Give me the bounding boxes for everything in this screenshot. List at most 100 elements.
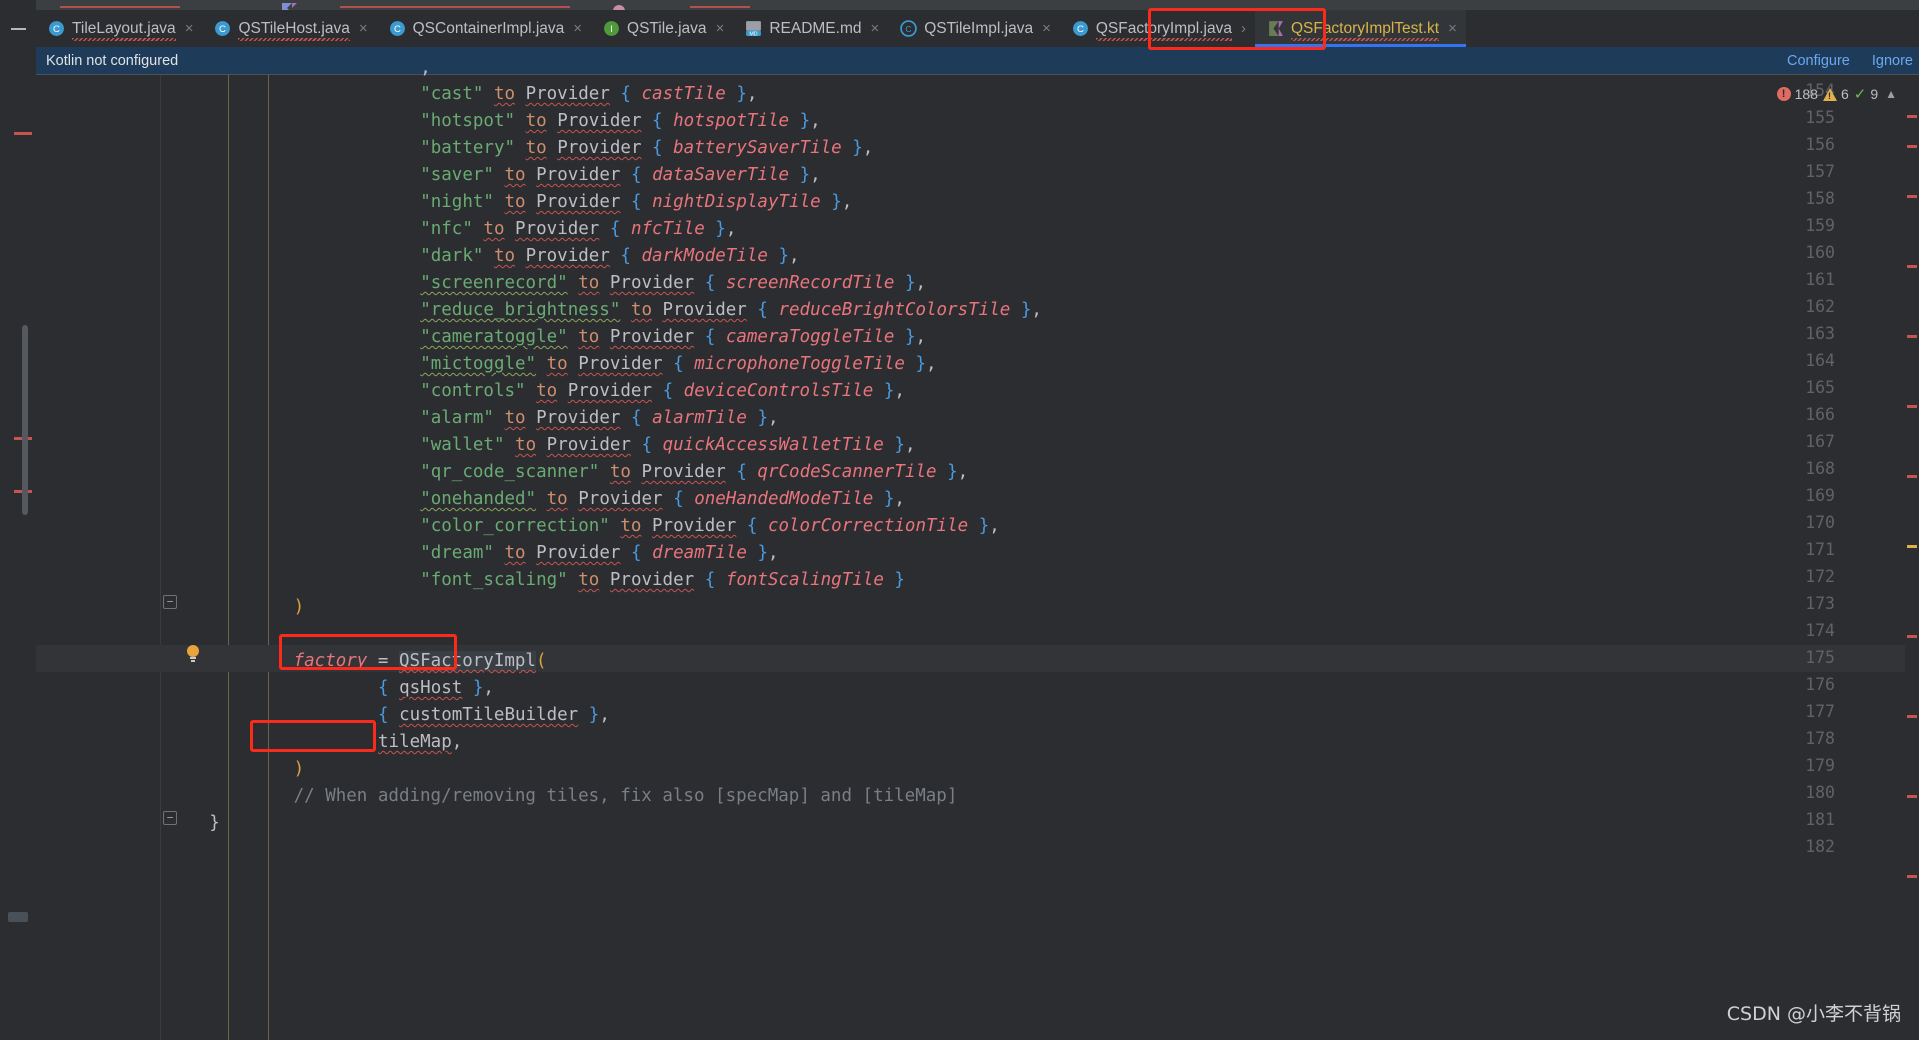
notification-message: Kotlin not configured <box>46 52 179 69</box>
code-line-166[interactable]: "alarm" to Provider { alarmTile }, <box>420 405 778 432</box>
line-number: 171 <box>1805 540 1835 559</box>
other-count-item[interactable]: ✓ 9 <box>1854 85 1878 103</box>
fold-collapse-icon[interactable]: − <box>163 595 177 609</box>
tab-close-icon[interactable]: › <box>1241 20 1246 37</box>
code-line-154[interactable]: "cast" to Provider { castTile }, <box>420 81 757 108</box>
tab-close-icon[interactable]: × <box>573 20 582 37</box>
tab-close-icon[interactable]: × <box>716 20 725 37</box>
error-stripe-marker[interactable] <box>1907 875 1917 878</box>
error-stripe-marker[interactable] <box>1907 145 1917 148</box>
editor-tab-qsfactoryimpltest-kt[interactable]: QSFactoryImplTest.kt × <box>1254 10 1466 47</box>
editor-tab-qstileimpl-java[interactable]: C QSTileImpl.java × <box>888 10 1060 47</box>
editor-tab-qstile-java[interactable]: I QSTile.java × <box>591 10 733 47</box>
code-line-167[interactable]: "wallet" to Provider { quickAccessWallet… <box>420 432 915 459</box>
error-stripe-marker[interactable] <box>1907 265 1917 268</box>
error-stripe-marker[interactable] <box>1907 195 1917 198</box>
code-line-179[interactable]: ) <box>294 756 305 783</box>
tab-label: QSContainerImpl.java <box>412 19 565 37</box>
code-line-173[interactable]: ) <box>294 594 305 621</box>
code-line-170[interactable]: "color_correction" to Provider { colorCo… <box>420 513 1000 540</box>
code-line-168[interactable]: "qr_code_scanner" to Provider { qrCodeSc… <box>420 459 968 486</box>
inspection-widget[interactable]: ! 188 6 ✓ 9 ▲ <box>1776 85 1897 103</box>
tab-close-icon[interactable]: × <box>359 20 368 37</box>
svg-text:MD: MD <box>750 31 758 37</box>
code-line-160[interactable]: "dark" to Provider { darkModeTile }, <box>420 243 799 270</box>
java-class-icon: C <box>1072 20 1089 37</box>
code-line-165[interactable]: "controls" to Provider { deviceControlsT… <box>420 378 905 405</box>
code-line-171[interactable]: "dream" to Provider { dreamTile }, <box>420 540 778 567</box>
code-line-159[interactable]: "nfc" to Provider { nfcTile }, <box>420 216 736 243</box>
error-stripe-marker-strip[interactable] <box>1905 75 1919 1040</box>
error-stripe-marker[interactable] <box>1907 545 1917 548</box>
notification-actions: Configure Ignore <box>1787 53 1919 69</box>
ignore-link[interactable]: Ignore <box>1872 53 1913 69</box>
svg-text:C: C <box>1077 24 1084 35</box>
code-line-178[interactable]: tileMap, <box>378 729 462 756</box>
breadcrumb-error-underline <box>60 2 180 8</box>
code-line-177[interactable]: { customTileBuilder }, <box>378 702 610 729</box>
line-number: 162 <box>1805 297 1835 316</box>
code-line-161[interactable]: "screenrecord" to Provider { screenRecor… <box>420 270 926 297</box>
code-line-169[interactable]: "onehanded" to Provider { oneHandedModeT… <box>420 486 905 513</box>
kotlin-not-configured-bar: Kotlin not configured Configure Ignore <box>36 47 1919 75</box>
editor-tab-qsfactoryimpl-java[interactable]: C QSFactoryImpl.java › <box>1060 10 1255 47</box>
line-number: 179 <box>1805 756 1835 775</box>
code-line-partial-top: , <box>420 58 431 78</box>
error-stripe-marker[interactable] <box>1907 795 1917 798</box>
code-line-155[interactable]: "hotspot" to Provider { hotspotTile }, <box>420 108 820 135</box>
line-number: 174 <box>1805 621 1835 640</box>
indent-guide <box>268 75 269 1040</box>
ide-window: C TileLayout.java × C QSTileHost.java × C QSCon… <box>0 0 1919 1040</box>
indent-guide <box>228 75 229 1040</box>
line-number: 164 <box>1805 351 1835 370</box>
breadcrumb-error-underline-3 <box>690 2 750 8</box>
tab-label: QSTileHost.java <box>238 19 351 41</box>
editor-scroll-thumb[interactable] <box>22 325 28 515</box>
status-widget[interactable] <box>8 912 28 922</box>
other-count-label: 9 <box>1870 86 1879 102</box>
java-class-icon: C <box>389 20 406 37</box>
code-line-175[interactable]: factory = QSFactoryImpl( <box>294 648 547 675</box>
tab-close-icon[interactable]: × <box>185 20 194 37</box>
line-number: 175 <box>1805 648 1835 667</box>
code-line-163[interactable]: "cameratoggle" to Provider { cameraToggl… <box>420 324 926 351</box>
line-number: 166 <box>1805 405 1835 424</box>
intention-bulb-icon[interactable] <box>184 643 202 663</box>
tab-close-icon[interactable]: × <box>1042 20 1051 37</box>
line-number: 159 <box>1805 216 1835 235</box>
error-count-item[interactable]: ! 188 <box>1776 86 1818 102</box>
collapse-sidebar-button[interactable] <box>0 10 36 47</box>
line-number: 182 <box>1805 837 1835 856</box>
line-number: 177 <box>1805 702 1835 721</box>
tab-close-icon[interactable]: × <box>870 20 879 37</box>
editor-tab-tilelayout-java[interactable]: C TileLayout.java × <box>36 10 202 47</box>
chevron-up-icon[interactable]: ▲ <box>1885 87 1897 101</box>
toolbar-left-pad <box>0 0 36 10</box>
fold-collapse-icon-2[interactable]: − <box>163 811 177 825</box>
code-line-157[interactable]: "saver" to Provider { dataSaverTile }, <box>420 162 820 189</box>
error-stripe-marker[interactable] <box>1907 405 1917 408</box>
code-line-164[interactable]: "mictoggle" to Provider { microphoneTogg… <box>420 351 936 378</box>
error-stripe-marker[interactable] <box>1907 635 1917 638</box>
svg-text:C: C <box>53 24 60 35</box>
code-editor[interactable]: 154 "cast" to Provider { castTile }, 155 "h… <box>36 58 1919 1040</box>
editor-tab-qscontainerimpl-java[interactable]: C QSContainerImpl.java × <box>377 10 591 47</box>
editor-tab-readme-md[interactable]: MD README.md × <box>733 10 888 47</box>
error-stripe-marker[interactable] <box>1907 475 1917 478</box>
error-stripe-marker[interactable] <box>1907 335 1917 338</box>
tab-close-icon[interactable]: × <box>1448 20 1457 37</box>
code-line-180[interactable]: // When adding/removing tiles, fix also … <box>294 783 958 810</box>
code-line-176[interactable]: { qsHost }, <box>378 675 494 702</box>
svg-text:I: I <box>610 24 613 35</box>
code-line-156[interactable]: "battery" to Provider { batterySaverTile… <box>420 135 873 162</box>
code-line-162[interactable]: "reduce_brightness" to Provider { reduce… <box>420 297 1042 324</box>
code-line-158[interactable]: "night" to Provider { nightDisplayTile }… <box>420 189 852 216</box>
configure-link[interactable]: Configure <box>1787 53 1850 69</box>
code-line-181[interactable]: } <box>209 810 220 837</box>
error-stripe-marker[interactable] <box>1907 115 1917 118</box>
code-line-172[interactable]: "font_scaling" to Provider { fontScaling… <box>420 567 905 594</box>
warning-count-item[interactable]: 6 <box>1822 86 1849 102</box>
error-stripe-marker[interactable] <box>1907 715 1917 718</box>
line-number: 163 <box>1805 324 1835 343</box>
editor-tab-qstilehost-java[interactable]: C QSTileHost.java × <box>202 10 376 47</box>
